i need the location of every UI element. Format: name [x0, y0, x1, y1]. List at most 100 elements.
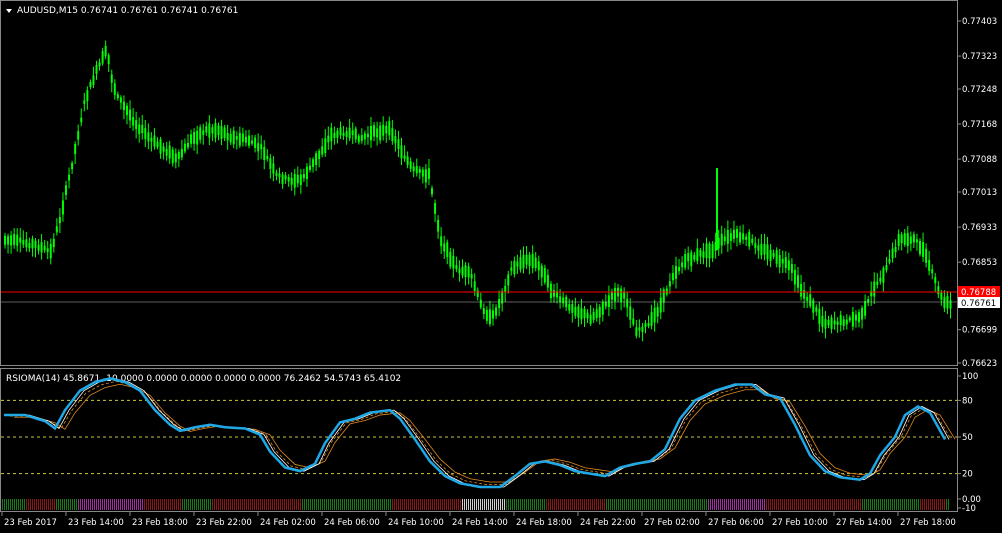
candle-body — [809, 294, 812, 307]
candle-body — [821, 315, 824, 327]
histogram-bar — [84, 499, 85, 510]
indicator-axis[interactable]: 1008050200.00-10 — [957, 372, 981, 514]
histogram-bar — [482, 499, 483, 510]
histogram-bar — [428, 499, 429, 510]
histogram-bar — [396, 499, 397, 510]
histogram-bar — [444, 499, 445, 510]
candle-body — [336, 130, 339, 138]
candle-body — [726, 229, 729, 244]
time-axis[interactable]: 23 Feb 2017 23 Feb 14:00 23 Feb 18:00 23 Fe… — [1, 512, 956, 528]
histogram-bar — [30, 499, 31, 510]
candle-body — [357, 135, 360, 143]
candle-body — [745, 236, 748, 240]
histogram-bar — [478, 499, 479, 510]
time-tick-label: 23 Feb 2017 — [4, 518, 57, 528]
candle-body — [296, 174, 299, 184]
candle-body — [302, 173, 305, 179]
histogram-bar — [756, 499, 757, 510]
candle-body — [354, 128, 357, 140]
histogram-bar — [272, 499, 273, 510]
histogram-bar — [698, 499, 699, 510]
histogram-bar — [310, 499, 311, 510]
histogram-bar — [566, 499, 567, 510]
histogram-bar — [416, 499, 417, 510]
candle-body — [675, 266, 677, 279]
histogram-bar — [710, 499, 711, 510]
histogram-bar — [58, 499, 59, 510]
histogram-bar — [712, 499, 713, 510]
histogram-bar — [602, 499, 603, 510]
candle-body — [534, 257, 537, 269]
candle-body — [464, 265, 467, 277]
candle-body — [156, 141, 159, 148]
price-axis[interactable]: 0.77403 0.77323 0.77248 0.77168 0.77088 0.770… — [957, 17, 997, 369]
symbol-header[interactable]: AUDUSD,M15 0.76741 0.76761 0.76741 0.767… — [6, 6, 238, 16]
histogram-bar — [844, 499, 845, 510]
histogram-bar — [742, 499, 743, 510]
candle-body — [226, 132, 229, 141]
histogram-bar — [284, 499, 285, 510]
candle-body — [461, 266, 464, 276]
histogram-bar — [208, 499, 209, 510]
candle-body — [925, 248, 928, 263]
candle-body — [68, 174, 71, 181]
candle-body — [98, 62, 101, 67]
candle-body — [153, 135, 156, 147]
chart-window[interactable]: AUDUSD,M15 0.76741 0.76761 0.76741 0.767… — [0, 0, 1002, 533]
histogram-bar — [612, 499, 613, 510]
histogram-bar — [458, 499, 459, 510]
candle-body — [775, 250, 778, 264]
histogram-bar — [868, 499, 869, 510]
price-tick-label: 0.76699 — [962, 326, 997, 336]
histogram-bar — [340, 499, 341, 510]
histogram-bar — [174, 499, 175, 510]
histogram-bar — [242, 499, 243, 510]
candle-body — [400, 145, 403, 159]
histogram-bar — [900, 499, 901, 510]
candle-body — [922, 242, 925, 257]
histogram-bar — [460, 499, 461, 510]
candle-body — [257, 143, 260, 152]
histogram-bar — [580, 499, 581, 510]
candle-body — [10, 235, 13, 246]
histogram-bar — [430, 499, 431, 510]
histogram-bar — [236, 499, 237, 510]
histogram-bar — [518, 499, 519, 510]
candle-body — [174, 153, 177, 163]
indicator-panel[interactable] — [0, 368, 958, 512]
histogram-bar — [330, 499, 331, 510]
histogram-bar — [314, 499, 315, 510]
histogram-bar — [754, 499, 755, 510]
histogram-bar — [46, 499, 47, 510]
histogram-bar — [690, 499, 691, 510]
histogram-bar — [592, 499, 593, 510]
histogram-bar — [782, 499, 783, 510]
histogram-bar — [888, 499, 889, 510]
candle-body — [339, 127, 342, 136]
histogram-bar — [626, 499, 627, 510]
candle-body — [687, 253, 690, 262]
histogram-bar — [828, 499, 829, 510]
histogram-bar — [210, 499, 211, 510]
histogram-bar — [770, 499, 771, 510]
histogram-bar — [940, 499, 941, 510]
histogram-bar — [882, 499, 883, 510]
histogram-bar — [186, 499, 187, 510]
histogram-bar — [498, 499, 499, 510]
candle-body — [159, 139, 162, 154]
candle-body — [528, 254, 531, 267]
histogram-bar — [350, 499, 351, 510]
candle-body — [415, 166, 418, 174]
candle-body — [769, 249, 772, 262]
histogram-bar — [866, 499, 867, 510]
histogram-bar — [96, 499, 97, 510]
histogram-bar — [656, 499, 657, 510]
histogram-bar — [588, 499, 589, 510]
histogram-bar — [718, 499, 719, 510]
price-tick-label: 0.77168 — [962, 120, 997, 130]
histogram-bar — [924, 499, 925, 510]
histogram-bar — [506, 499, 507, 510]
histogram-bar — [480, 499, 481, 510]
candle-body — [897, 234, 900, 246]
histogram-bar — [784, 499, 785, 510]
